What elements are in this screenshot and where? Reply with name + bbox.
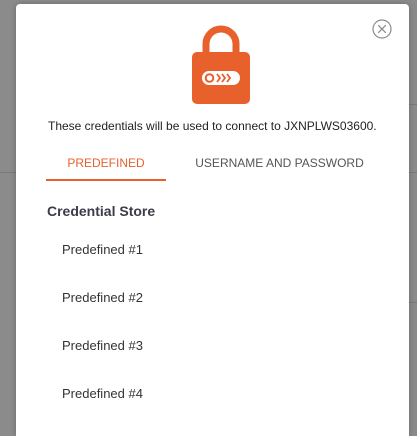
credential-tabs: PREDEFINED USERNAME AND PASSWORD <box>46 149 381 181</box>
credential-item-predefined-1[interactable]: Predefined #1 <box>16 226 409 274</box>
credential-list: Predefined #1 Predefined #2 Predefined #… <box>16 226 409 418</box>
lock-icon <box>192 22 250 104</box>
background-divider <box>0 172 16 173</box>
tab-predefined[interactable]: PREDEFINED <box>46 149 166 181</box>
credential-item-predefined-4[interactable]: Predefined #4 <box>16 370 409 418</box>
connection-info-text: These credentials will be used to connec… <box>48 119 377 133</box>
credential-item-predefined-2[interactable]: Predefined #2 <box>16 274 409 322</box>
background-panel-left <box>0 0 16 436</box>
background-panel-right <box>409 0 417 436</box>
background-divider <box>409 104 417 105</box>
section-title: Credential Store <box>47 203 156 219</box>
background-divider <box>409 172 417 173</box>
tab-username-and-password[interactable]: USERNAME AND PASSWORD <box>178 149 381 179</box>
background-divider <box>409 302 417 303</box>
close-icon[interactable] <box>372 19 392 39</box>
credential-item-predefined-3[interactable]: Predefined #3 <box>16 322 409 370</box>
credentials-dialog: These credentials will be used to connec… <box>16 4 409 436</box>
